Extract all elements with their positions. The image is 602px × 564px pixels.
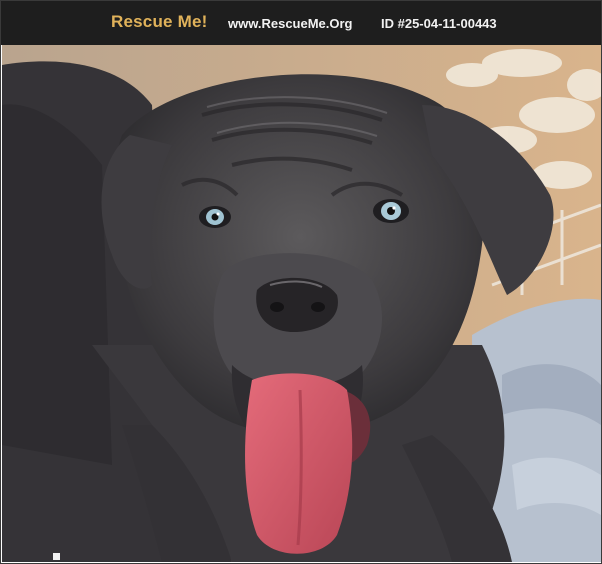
corner-marker [53,553,60,560]
listing-card: Rescue Me! www.RescueMe.Org ID #25-04-11… [0,0,602,564]
puppy-image [2,45,601,562]
site-header: Rescue Me! www.RescueMe.Org ID #25-04-11… [1,1,601,45]
pet-photo [2,45,601,562]
pet-id-label: ID #25-04-11-00443 [381,16,497,31]
rescue-me-logo[interactable]: Rescue Me! [111,12,207,32]
site-url-link[interactable]: www.RescueMe.Org [228,16,353,31]
